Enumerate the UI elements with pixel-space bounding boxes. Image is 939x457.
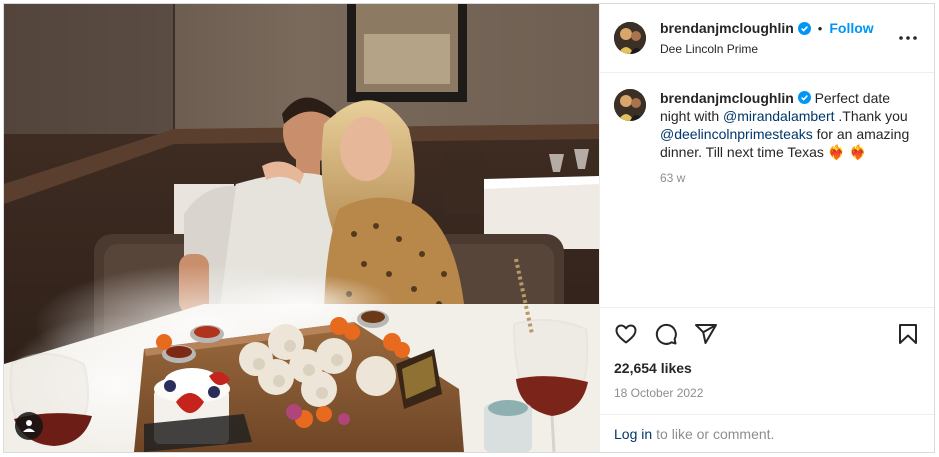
avatar-image [614, 22, 646, 54]
comment-icon [655, 323, 677, 345]
caption: brendanjmcloughlin Perfect date night wi… [614, 89, 920, 187]
photo-illustration [4, 4, 599, 452]
user-tag-icon [23, 420, 35, 432]
login-link[interactable]: Log in [614, 426, 652, 442]
verified-icon [797, 91, 811, 104]
bookmark-icon [899, 324, 917, 344]
caption-username[interactable]: brendanjmcloughlin [660, 90, 794, 106]
user-tag-button[interactable] [15, 412, 43, 440]
post-photo[interactable] [4, 4, 599, 452]
comment-button[interactable] [654, 322, 678, 346]
post-dialog: brendanjmcloughlin • Follow Dee Lincoln … [3, 3, 935, 453]
login-prompt: to like or comment. [656, 425, 775, 442]
caption-timestamp[interactable]: 63 w [660, 169, 920, 187]
mention-link[interactable]: @mirandalambert [723, 108, 834, 124]
more-options-button[interactable] [896, 26, 920, 50]
share-button[interactable] [694, 322, 718, 346]
follow-button[interactable]: Follow [829, 20, 873, 36]
likes-count[interactable]: 22,654 likes [614, 360, 920, 376]
separator-dot: • [817, 20, 823, 36]
mention-link[interactable]: @deelincolnprimesteaks [660, 126, 813, 142]
post-actions: 22,654 likes 18 October 2022 [600, 307, 934, 414]
post-side-panel: brendanjmcloughlin • Follow Dee Lincoln … [599, 4, 934, 452]
caption-emoji: ❤️‍🔥 ❤️‍🔥 [827, 144, 867, 160]
verified-icon [797, 21, 811, 35]
avatar-image [614, 89, 646, 121]
post-header: brendanjmcloughlin • Follow Dee Lincoln … [600, 4, 934, 73]
location-link[interactable]: Dee Lincoln Prime [660, 42, 896, 56]
caption-text-2: .Thank you [834, 108, 908, 124]
save-button[interactable] [896, 322, 920, 346]
more-icon [899, 36, 917, 40]
heart-icon [615, 324, 637, 344]
avatar[interactable] [614, 22, 646, 54]
share-icon [695, 324, 717, 344]
comments-section: brendanjmcloughlin Perfect date night wi… [600, 73, 934, 307]
like-button[interactable] [614, 322, 638, 346]
post-date[interactable]: 18 October 2022 [614, 386, 920, 400]
username-link[interactable]: brendanjmcloughlin [660, 20, 794, 36]
login-bar: Log in to like or comment. [600, 414, 934, 452]
caption-avatar[interactable] [614, 89, 646, 121]
